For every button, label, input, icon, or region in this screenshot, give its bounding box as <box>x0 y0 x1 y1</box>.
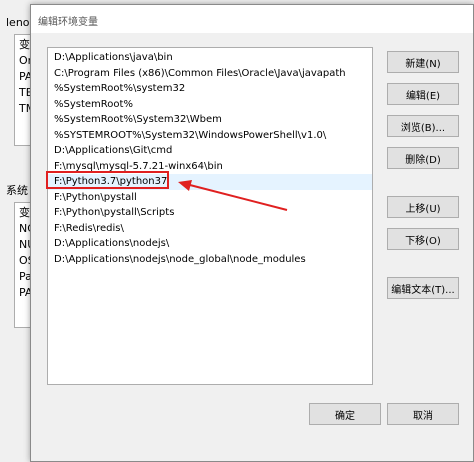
path-item[interactable]: %SystemRoot%\system32 <box>48 81 372 97</box>
dialog-titlebar[interactable]: 编辑环境变量 <box>31 5 473 33</box>
system-variables-label: 系统 <box>6 184 28 197</box>
path-item[interactable]: F:\Python\pystall\Scripts <box>48 205 372 221</box>
path-item[interactable]: D:\Applications\java\bin <box>48 50 372 66</box>
annotation-highlight-box <box>46 171 169 189</box>
edit-environment-variable-dialog: 编辑环境变量 D:\Applications\java\bin C:\Progr… <box>30 4 474 462</box>
path-item[interactable]: C:\Program Files (x86)\Common Files\Orac… <box>48 66 372 82</box>
edit-button[interactable]: 编辑(E) <box>387 83 459 105</box>
ok-button[interactable]: 确定 <box>309 403 381 425</box>
path-item[interactable]: F:\Python\pystall <box>48 190 372 206</box>
user-variables-label: leno <box>6 16 30 29</box>
list-item: 变 <box>19 206 30 219</box>
path-item[interactable]: %SystemRoot%\System32\Wbem <box>48 112 372 128</box>
cancel-button[interactable]: 取消 <box>387 403 459 425</box>
path-item[interactable]: %SystemRoot% <box>48 97 372 113</box>
path-item[interactable]: D:\Applications\Git\cmd <box>48 143 372 159</box>
path-item[interactable]: D:\Applications\nodejs\node_global\node_… <box>48 252 372 268</box>
path-list[interactable]: D:\Applications\java\bin C:\Program File… <box>47 47 373 385</box>
list-item: 变 <box>19 38 30 51</box>
new-button[interactable]: 新建(N) <box>387 51 459 73</box>
delete-button[interactable]: 删除(D) <box>387 147 459 169</box>
move-down-button[interactable]: 下移(O) <box>387 228 459 250</box>
path-item[interactable]: F:\Redis\redis\ <box>48 221 372 237</box>
move-up-button[interactable]: 上移(U) <box>387 196 459 218</box>
path-item[interactable]: D:\Applications\nodejs\ <box>48 236 372 252</box>
edit-text-button[interactable]: 编辑文本(T)... <box>387 277 459 299</box>
path-item[interactable]: %SYSTEMROOT%\System32\WindowsPowerShell\… <box>48 128 372 144</box>
dialog-title: 编辑环境变量 <box>38 17 98 28</box>
browse-button[interactable]: 浏览(B)... <box>387 115 459 137</box>
